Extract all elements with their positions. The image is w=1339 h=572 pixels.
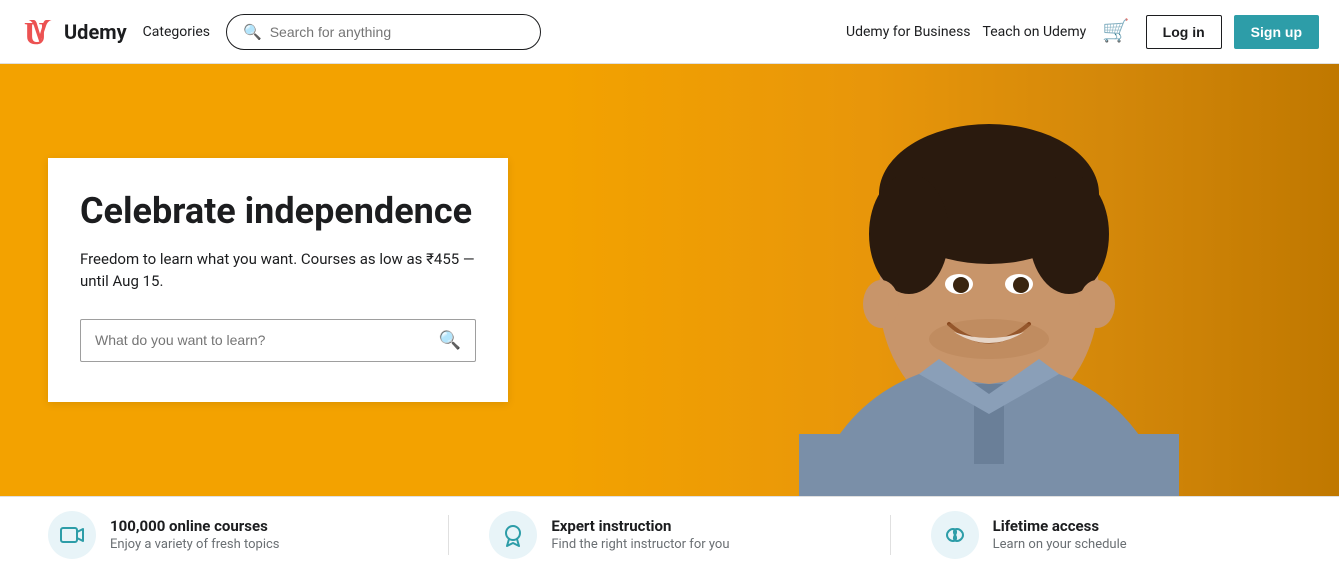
categories-link[interactable]: Categories: [139, 20, 214, 44]
business-link[interactable]: Udemy for Business: [846, 24, 971, 40]
lifetime-title: Lifetime access: [993, 517, 1127, 535]
instruction-text: Expert instruction Find the right instru…: [551, 517, 729, 552]
hero-person-illustration: [559, 64, 1339, 496]
hero-search-input[interactable]: [95, 332, 429, 348]
hero-title: Celebrate independence: [80, 190, 476, 233]
hero-subtitle: Freedom to learn what you want. Courses …: [80, 248, 476, 293]
features-bar: 100,000 online courses Enjoy a variety o…: [0, 496, 1339, 572]
feature-courses: 100,000 online courses Enjoy a variety o…: [48, 511, 408, 559]
lifetime-icon-wrap: [931, 511, 979, 559]
lifetime-text: Lifetime access Learn on your schedule: [993, 517, 1127, 552]
courses-title: 100,000 online courses: [110, 517, 280, 535]
cart-icon[interactable]: 🛒: [1098, 15, 1133, 48]
feature-lifetime: Lifetime access Learn on your schedule: [931, 511, 1291, 559]
infinity-icon: [942, 522, 968, 548]
logo-text: Udemy: [64, 20, 127, 44]
courses-text: 100,000 online courses Enjoy a variety o…: [110, 517, 280, 552]
courses-subtitle: Enjoy a variety of fresh topics: [110, 537, 280, 552]
navbar: U Udemy Categories 🔍 Udemy for Business …: [0, 0, 1339, 64]
svg-text:U: U: [24, 15, 47, 51]
instruction-subtitle: Find the right instructor for you: [551, 537, 729, 552]
instruction-icon-wrap: [489, 511, 537, 559]
instruction-title: Expert instruction: [551, 517, 729, 535]
hero-card: Celebrate independence Freedom to learn …: [48, 158, 508, 401]
hero-section: Celebrate independence Freedom to learn …: [0, 64, 1339, 496]
hero-search-icon[interactable]: 🔍: [439, 330, 461, 351]
award-icon: [500, 522, 526, 548]
search-icon: 🔍: [243, 23, 262, 41]
feature-instruction: Expert instruction Find the right instru…: [489, 511, 849, 559]
signup-button[interactable]: Sign up: [1234, 15, 1319, 49]
feature-divider-1: [448, 515, 449, 555]
hero-person-bg: [559, 64, 1339, 496]
login-button[interactable]: Log in: [1146, 15, 1222, 49]
search-input[interactable]: [270, 24, 524, 40]
logo[interactable]: U Udemy: [20, 12, 127, 52]
search-bar[interactable]: 🔍: [226, 14, 541, 50]
lifetime-subtitle: Learn on your schedule: [993, 537, 1127, 552]
hero-search-bar[interactable]: 🔍: [80, 319, 476, 362]
courses-icon-wrap: [48, 511, 96, 559]
teach-link[interactable]: Teach on Udemy: [983, 24, 1087, 40]
video-icon: [59, 522, 85, 548]
udemy-logo-icon: U: [20, 12, 60, 52]
feature-divider-2: [890, 515, 891, 555]
